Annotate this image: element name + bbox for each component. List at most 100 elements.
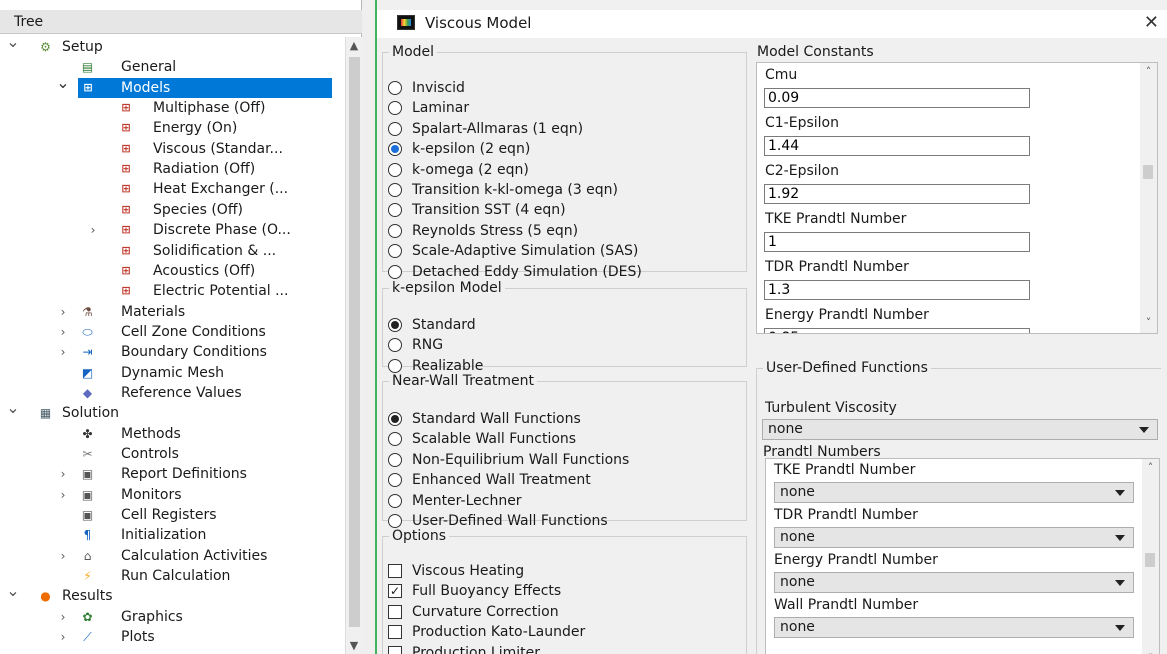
scroll-down-icon[interactable]: ▼ — [346, 639, 362, 652]
tree-item[interactable]: › ⟋ Plots — [0, 627, 345, 647]
tree-item[interactable]: ⌄ ▦ Solution — [0, 398, 345, 423]
radio-button[interactable] — [388, 101, 402, 116]
radio-button[interactable] — [388, 493, 402, 508]
constant-input[interactable] — [764, 328, 1030, 333]
expand-arrow-icon[interactable]: › — [56, 485, 70, 505]
tree-item[interactable]: ⊞ Viscous (Standar... — [0, 139, 345, 159]
radio-button[interactable] — [388, 514, 402, 528]
radio-button[interactable] — [388, 223, 402, 238]
tree-item[interactable]: ✂ Controls — [0, 444, 345, 464]
tree-item[interactable]: ▤ General — [0, 57, 345, 77]
expand-arrow-icon[interactable]: ⌄ — [6, 581, 20, 601]
tree-item[interactable]: › ▣ Monitors — [0, 485, 345, 505]
prandtl-dropdown[interactable]: none — [774, 527, 1134, 548]
radio-button[interactable] — [388, 183, 402, 197]
constant-input[interactable] — [764, 88, 1030, 108]
expand-arrow-icon[interactable]: ⌄ — [56, 73, 70, 93]
radio-button[interactable] — [388, 412, 402, 426]
tree-item[interactable]: ⊞ Multiphase (Off) — [0, 98, 345, 118]
scroll-up-icon[interactable]: ˄ — [1140, 65, 1157, 78]
tree-item[interactable]: › ✿ Graphics — [0, 607, 345, 627]
panel-splitter[interactable] — [362, 0, 377, 654]
checkbox[interactable] — [388, 564, 402, 578]
constant-input[interactable] — [764, 184, 1030, 204]
scroll-thumb[interactable] — [349, 57, 360, 627]
radio-button[interactable] — [388, 203, 402, 218]
expand-arrow-icon[interactable]: › — [56, 627, 70, 647]
tree-item[interactable]: ⊞ Acoustics (Off) — [0, 261, 345, 281]
constant-input[interactable] — [764, 280, 1030, 300]
tree-item[interactable]: ◆ Reference Values — [0, 383, 345, 403]
expand-arrow-icon[interactable]: › — [56, 342, 70, 362]
radio-button[interactable] — [388, 432, 402, 447]
radio-button[interactable] — [388, 162, 402, 177]
calc-activities-icon: ⌂ — [83, 548, 92, 563]
tree-item[interactable]: ⌄ ⚙ Setup — [0, 37, 345, 57]
tree-item[interactable]: ⌄ ⊞ Models — [56, 73, 332, 98]
tree-item[interactable]: › ⌂ Calculation Activities — [0, 546, 345, 566]
tree-item[interactable]: ⊞ Solidification & ... — [0, 241, 345, 261]
checkbox[interactable] — [388, 604, 402, 619]
tree-item[interactable]: ⊞ Heat Exchanger (... — [0, 179, 345, 199]
constant-input[interactable] — [764, 136, 1030, 156]
expand-arrow-icon[interactable]: › — [56, 464, 70, 484]
tree-body: ⌄ ⚙ Setup ▤ General ⌄ ⊞ Models ⊞ Multiphase (Off)… — [0, 37, 345, 654]
tree-item[interactable]: ⊞ Species (Off) — [0, 200, 345, 220]
expand-arrow-icon[interactable]: ⌄ — [6, 398, 20, 418]
checkbox-checked[interactable]: ✓ — [388, 584, 402, 599]
radio-button[interactable] — [388, 264, 402, 279]
tree-item[interactable]: ◩ Dynamic Mesh — [0, 363, 345, 383]
prandtl-dropdown[interactable]: none — [774, 482, 1134, 503]
radio-button[interactable] — [388, 358, 402, 373]
tree-item-label: Initialization — [121, 527, 207, 544]
tree-item[interactable]: ✤ Methods — [0, 424, 345, 444]
radio-button[interactable] — [388, 473, 402, 488]
constant-input[interactable] — [764, 232, 1030, 252]
radio-button[interactable] — [388, 142, 402, 157]
scroll-up-icon[interactable]: ˄ — [1142, 461, 1159, 474]
radio-button[interactable] — [388, 338, 402, 353]
checkbox-label: Production Limiter — [412, 644, 541, 654]
scroll-up-icon[interactable]: ▲ — [346, 39, 362, 52]
tree-item[interactable]: ⊞ Radiation (Off) — [0, 159, 345, 179]
scroll-thumb[interactable] — [1143, 165, 1153, 179]
checkbox[interactable] — [388, 645, 402, 654]
expand-arrow-icon[interactable]: › — [56, 302, 70, 322]
materials-icon: ⚗ — [82, 304, 93, 319]
tree-item[interactable]: › ⚗ Materials — [0, 302, 345, 322]
checkbox[interactable] — [388, 625, 402, 640]
option-label: Transition k-kl-omega (3 eqn) — [412, 182, 619, 198]
tree-scrollbar[interactable]: ▲ ▼ — [345, 37, 362, 654]
tree-item[interactable]: › ▣ Report Definitions — [0, 464, 345, 484]
expand-arrow-icon[interactable]: ⌄ — [6, 37, 20, 52]
expand-arrow-icon[interactable]: › — [56, 322, 70, 342]
tree-item-label: General — [121, 59, 177, 76]
model-constants-scrollbar[interactable]: ˄ ˅ — [1140, 63, 1157, 333]
tree-item[interactable]: ⊞ Electric Potential ... — [0, 281, 345, 301]
tree-item-label: Reference Values — [121, 384, 242, 401]
prandtl-dropdown[interactable]: none — [774, 617, 1134, 638]
radio-button[interactable] — [388, 81, 402, 95]
tree-item[interactable]: ⌄ ● Results — [0, 581, 345, 606]
methods-icon: ✤ — [82, 426, 93, 441]
tree-item[interactable]: ⊞ Energy (On) — [0, 118, 345, 138]
close-icon[interactable]: ✕ — [1144, 12, 1159, 33]
radio-button[interactable] — [388, 244, 402, 259]
expand-arrow-icon[interactable]: › — [56, 607, 70, 627]
radio-button[interactable] — [388, 452, 402, 467]
tree-item[interactable]: › ⇥ Boundary Conditions — [0, 342, 345, 362]
expand-arrow-icon[interactable]: › — [56, 546, 70, 566]
turbulent-viscosity-dropdown[interactable]: none — [762, 419, 1158, 440]
tree-item[interactable]: ¶ Initialization — [0, 525, 345, 545]
radio-button[interactable] — [388, 318, 402, 332]
tree-item[interactable]: › ⬭ Cell Zone Conditions — [0, 322, 345, 342]
prandtl-scrollbar[interactable]: ˄ ˅ — [1142, 459, 1159, 654]
tree-item[interactable]: ⚡ Run Calculation — [0, 566, 345, 586]
tree-item[interactable]: › ⊞ Discrete Phase (O... — [0, 220, 345, 240]
tree-item[interactable]: ▣ Cell Registers — [0, 505, 345, 525]
scroll-down-icon[interactable]: ˅ — [1140, 316, 1157, 329]
expand-arrow-icon[interactable]: › — [86, 220, 100, 240]
scroll-thumb[interactable] — [1145, 553, 1155, 567]
prandtl-dropdown[interactable]: none — [774, 572, 1134, 593]
radio-button[interactable] — [388, 121, 402, 136]
